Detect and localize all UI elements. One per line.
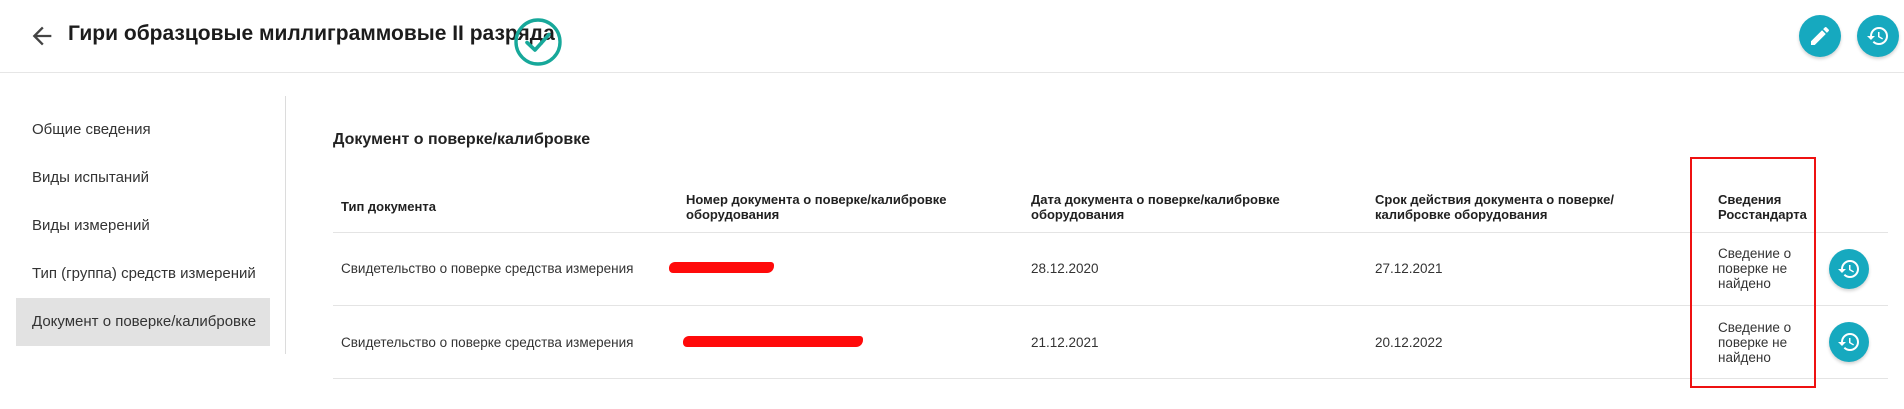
history-icon bbox=[1838, 333, 1859, 351]
column-header-doc-number: Номер документа о поверке/калибровке обо… bbox=[686, 192, 947, 222]
cell-doc-date: 28.12.2020 bbox=[1031, 261, 1099, 276]
check-circle-icon bbox=[514, 18, 562, 66]
column-header-validity: Срок действия документа о поверке/калибр… bbox=[1375, 192, 1614, 222]
edit-button[interactable] bbox=[1799, 15, 1841, 57]
sidebar-item-instrument-type[interactable]: Тип (группа) средств измерений bbox=[16, 250, 270, 298]
sidebar-divider bbox=[285, 96, 286, 354]
redacted-doc-number bbox=[683, 336, 863, 347]
sidebar-nav: Общие сведения Виды испытаний Виды измер… bbox=[16, 106, 270, 346]
history-icon bbox=[1867, 27, 1888, 46]
section-title: Документ о поверке/калибровке bbox=[333, 131, 591, 148]
column-header-doc-type: Тип документа bbox=[341, 199, 436, 214]
row-history-button[interactable] bbox=[1829, 249, 1869, 289]
sidebar-item-general[interactable]: Общие сведения bbox=[16, 106, 270, 154]
annotation-highlight-box bbox=[1690, 157, 1816, 388]
table-divider bbox=[333, 305, 1888, 306]
table-divider bbox=[333, 378, 1888, 379]
column-header-doc-date: Дата документа о поверке/калибровке обор… bbox=[1031, 192, 1280, 222]
table-divider bbox=[333, 232, 1888, 233]
redacted-doc-number bbox=[669, 262, 774, 273]
history-icon bbox=[1838, 260, 1859, 278]
cell-doc-type: Свидетельство о поверке средства измерен… bbox=[341, 335, 634, 350]
sidebar-item-measurement-types[interactable]: Виды измерений bbox=[16, 202, 270, 250]
back-button[interactable] bbox=[28, 22, 56, 50]
page-title: Гири образцовые миллиграммовые II разряд… bbox=[68, 22, 555, 45]
page-header: Гири образцовые миллиграммовые II разряд… bbox=[0, 0, 1904, 73]
cell-doc-type: Свидетельство о поверке средства измерен… bbox=[341, 261, 634, 276]
cell-validity: 27.12.2021 bbox=[1375, 261, 1443, 276]
pencil-icon bbox=[1811, 26, 1830, 45]
row-history-button[interactable] bbox=[1829, 322, 1869, 362]
history-button[interactable] bbox=[1857, 15, 1899, 57]
sidebar-item-verification-document[interactable]: Документ о поверке/калибровке bbox=[16, 298, 270, 346]
arrow-left-icon bbox=[32, 26, 52, 46]
cell-doc-date: 21.12.2021 bbox=[1031, 335, 1099, 350]
cell-validity: 20.12.2022 bbox=[1375, 335, 1443, 350]
sidebar-item-test-types[interactable]: Виды испытаний bbox=[16, 154, 270, 202]
